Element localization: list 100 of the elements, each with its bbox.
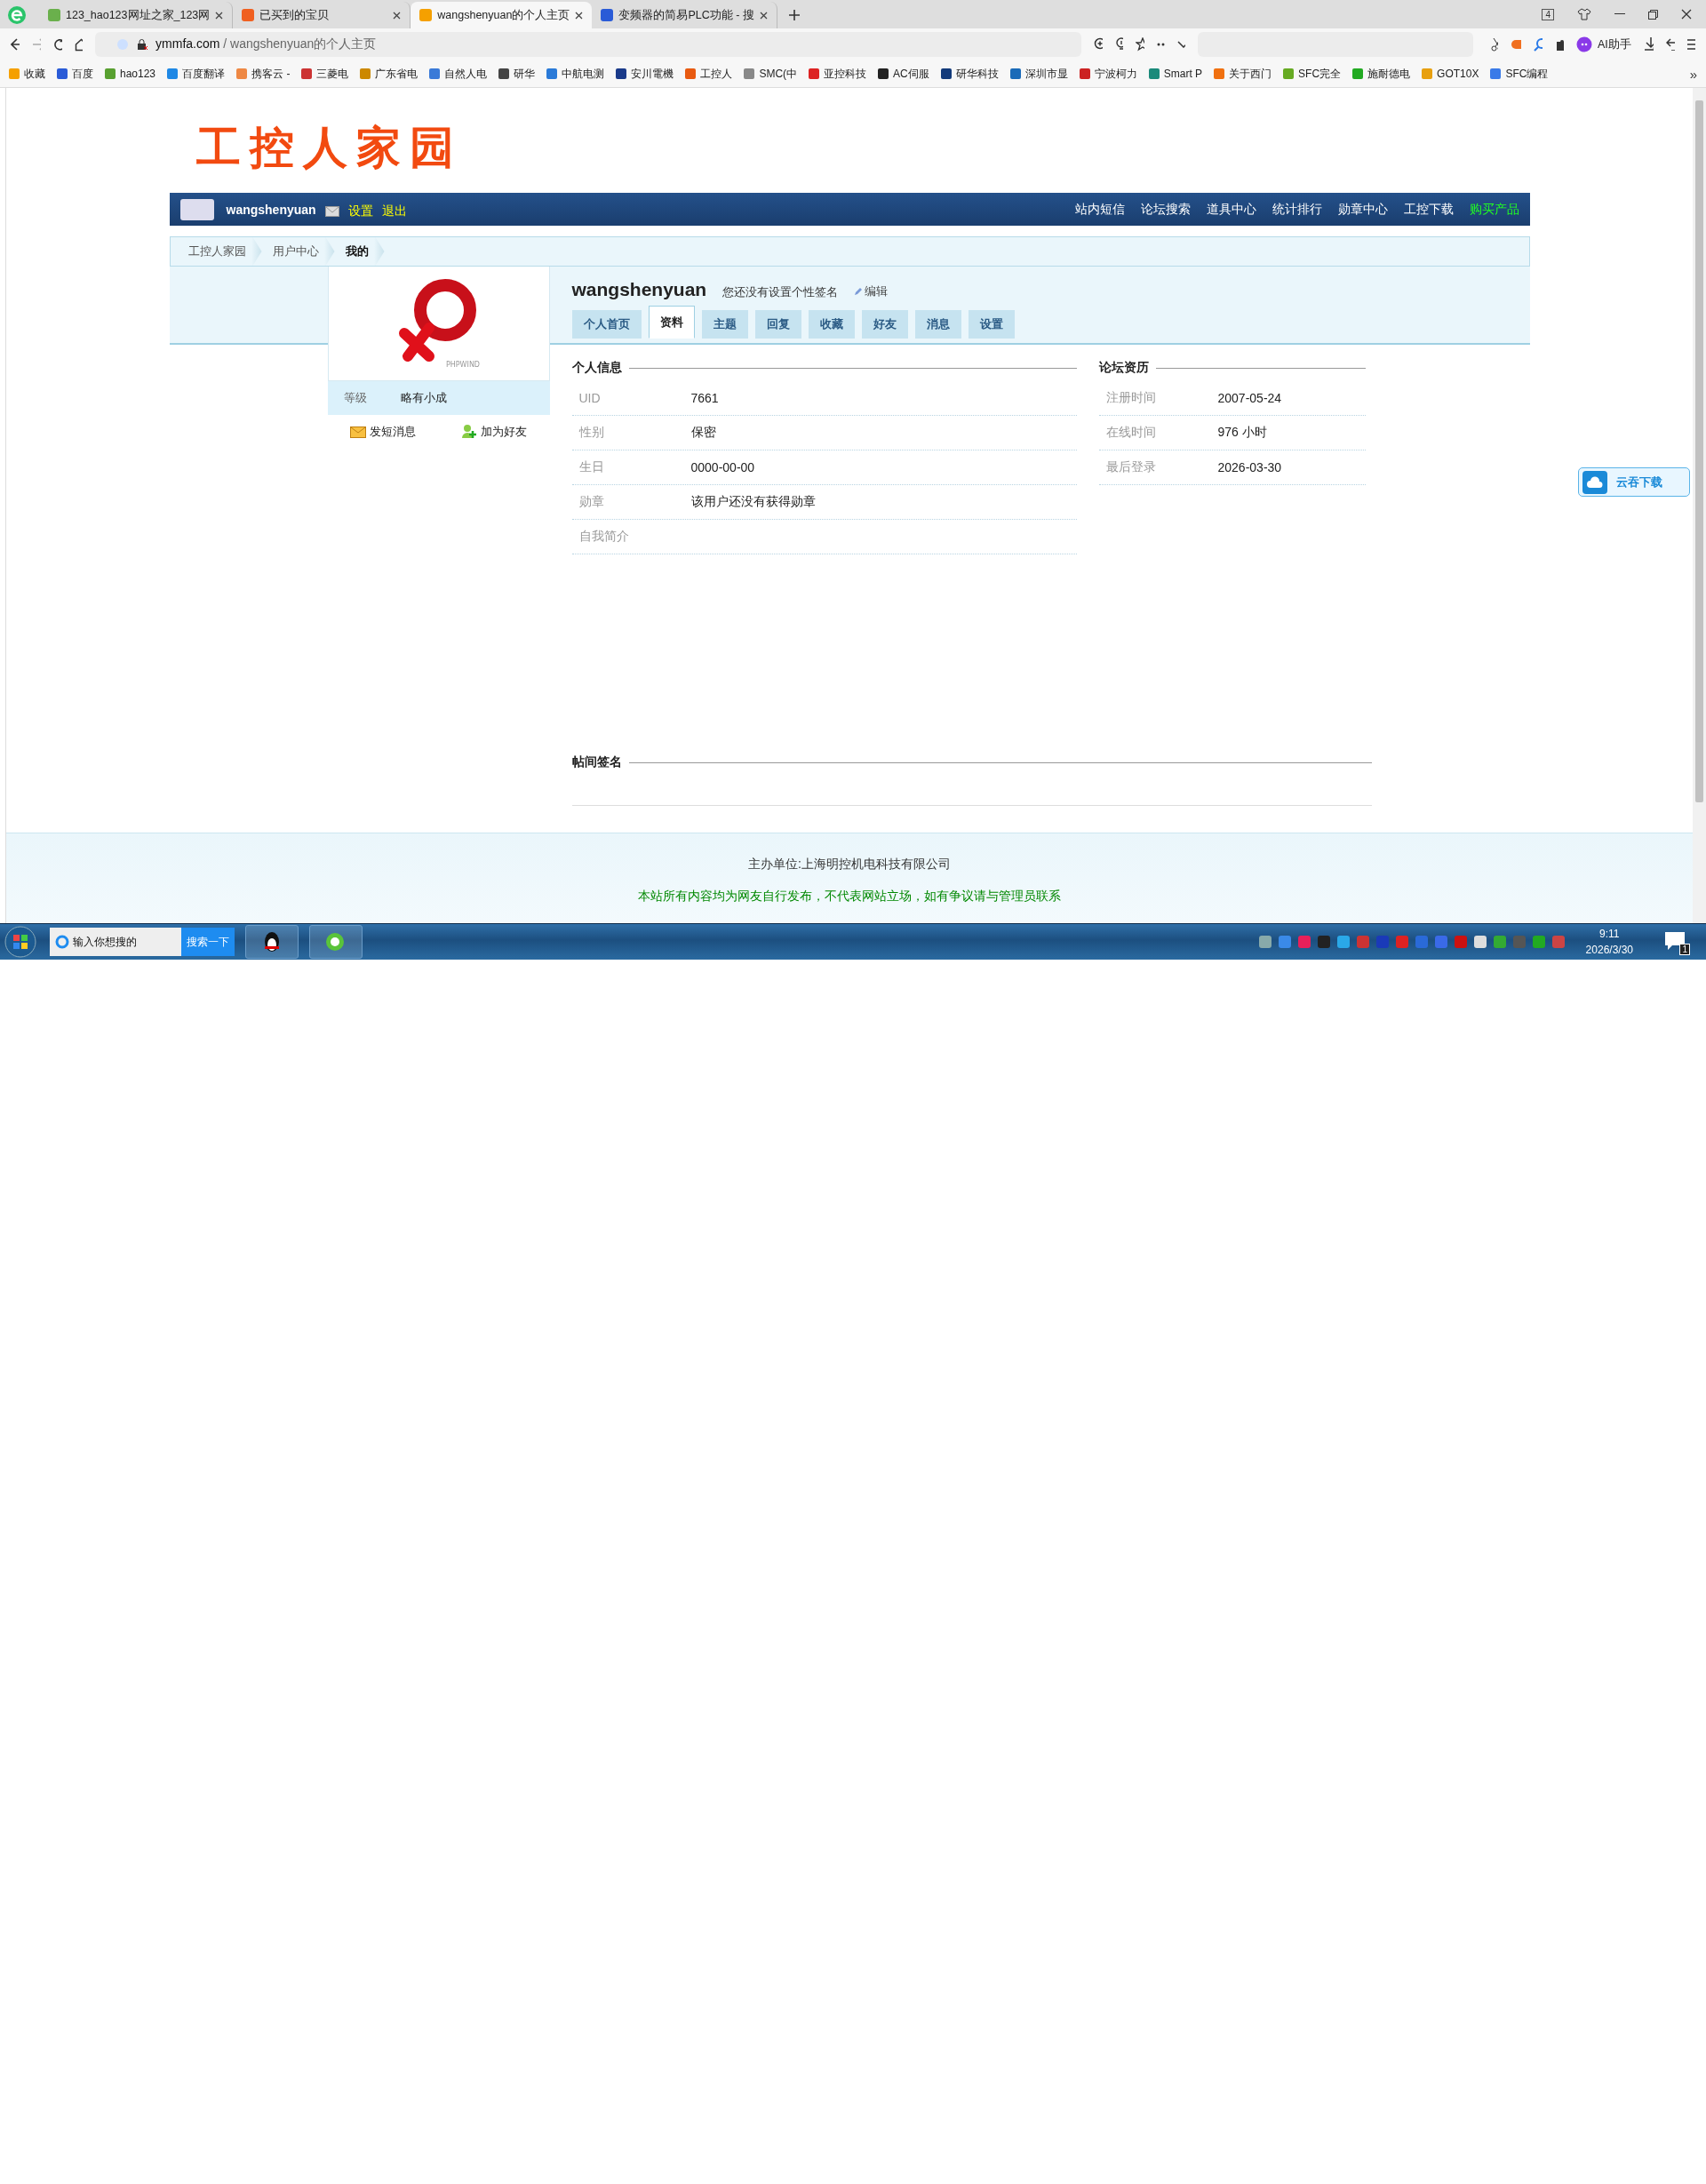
bookmark[interactable]: 研华科技 — [940, 66, 999, 82]
assistant-icon[interactable] — [1575, 36, 1592, 52]
bookmark[interactable]: 亚控科技 — [809, 66, 867, 82]
bookmark[interactable]: 收藏 — [9, 66, 45, 82]
bookmark[interactable]: 深圳市显 — [1009, 66, 1068, 82]
clock[interactable]: 9:11 2026/3/30 — [1585, 926, 1633, 958]
nav-link[interactable]: 工控下载 — [1403, 201, 1454, 218]
taskbar-search-field[interactable]: 输入你想搜的 — [50, 928, 181, 956]
bookmark[interactable]: 百度 — [57, 66, 93, 82]
back-icon[interactable] — [11, 38, 20, 51]
nav-link[interactable]: 道具中心 — [1206, 201, 1256, 218]
bookmark[interactable]: SFC完全 — [1283, 66, 1342, 82]
field-value: 2007-05-24 — [1217, 391, 1282, 405]
user-link[interactable]: 设置 — [347, 203, 373, 219]
minimize-icon[interactable] — [1614, 13, 1625, 15]
penguin-app-icon[interactable] — [245, 925, 299, 959]
bookmark[interactable]: 施耐德电 — [1352, 66, 1411, 82]
bookmark[interactable]: 安川電機 — [616, 66, 674, 82]
close-tab-icon[interactable] — [393, 11, 402, 20]
profile-tab[interactable]: 消息 — [914, 310, 961, 339]
tray-icon[interactable] — [1473, 936, 1487, 948]
field-label: UID — [578, 391, 602, 405]
bookmark[interactable]: 三菱电 — [301, 66, 349, 82]
add-friend-link[interactable]: 加为好友 — [461, 424, 527, 440]
footer-text: 本站所有内容均为网友自行发布，不代表网站立场，如有争议请与管理员联系 — [638, 889, 1061, 905]
profile-tab[interactable]: 资料 — [648, 306, 695, 339]
tray-icon[interactable] — [1532, 936, 1545, 948]
tray-icon[interactable] — [1258, 936, 1272, 948]
browser-app-icon[interactable] — [309, 925, 363, 959]
user-link[interactable]: 退出 — [381, 203, 407, 219]
tray-icon[interactable] — [1493, 936, 1506, 948]
search-icon[interactable] — [1533, 37, 1543, 52]
start-button[interactable] — [4, 925, 37, 959]
signature-text: 您还没有设置个性签名 — [722, 284, 839, 300]
download-icon[interactable] — [1643, 36, 1654, 52]
footer-text: 主办单位:上海明控机电科技有限公司 — [748, 857, 951, 873]
envelope-icon[interactable] — [324, 205, 339, 217]
nav-link[interactable]: 勋章中心 — [1337, 201, 1388, 218]
more-bookmarks-button[interactable]: » — [1689, 66, 1697, 82]
bookmark[interactable]: GOT10X — [1422, 68, 1479, 80]
bookmark[interactable]: 携客云 - — [236, 66, 291, 82]
tray-icon[interactable] — [1336, 936, 1350, 948]
field-value: 该用户还没有获得勋章 — [690, 494, 816, 510]
close-tab-icon[interactable] — [575, 11, 584, 20]
bookmark[interactable]: 广东省电 — [360, 66, 419, 82]
address-field[interactable]: ymmfa.com / wangshenyuan的个人主页 — [95, 32, 1082, 57]
bookmark[interactable]: SFC编程 — [1490, 66, 1549, 82]
profile-tab[interactable]: 主题 — [701, 310, 748, 339]
field-label: 生日 — [578, 459, 605, 475]
assistant-button[interactable]: AI助手 — [1597, 36, 1631, 52]
bookmark[interactable]: SMC(中 — [744, 66, 798, 82]
profile-tab[interactable]: 好友 — [861, 310, 908, 339]
lightbulb-icon[interactable] — [1115, 37, 1123, 52]
restore-icon[interactable] — [1648, 9, 1658, 20]
add-person-icon — [461, 424, 477, 440]
undo-icon[interactable] — [1666, 38, 1676, 51]
menu-icon[interactable] — [1687, 39, 1695, 50]
field-label: 勋章 — [578, 494, 605, 510]
nav-link[interactable]: 统计排行 — [1272, 201, 1322, 218]
browser-logo-icon — [7, 5, 27, 25]
field-label: 在线时间 — [1104, 425, 1157, 441]
bookmark[interactable]: Smart P — [1148, 68, 1203, 80]
nav-link[interactable]: 论坛搜索 — [1140, 201, 1191, 218]
profile-tab[interactable]: 收藏 — [808, 310, 855, 339]
bookmark[interactable]: 宁波柯力 — [1079, 66, 1137, 82]
browser-tab[interactable]: wangshenyuan的个人主页 — [411, 2, 593, 28]
section-title: 帖间签名 — [571, 754, 622, 770]
site-logo[interactable]: 工控人家园 — [169, 102, 1530, 193]
profile-tab[interactable]: 设置 — [968, 310, 1015, 339]
bookmark[interactable]: 自然人电 — [429, 66, 488, 82]
profile-tab[interactable]: 回复 — [754, 310, 801, 339]
message-link[interactable]: 发短消息 — [350, 424, 416, 440]
pencil-icon — [854, 287, 864, 296]
username[interactable]: wangshenyuan — [226, 202, 316, 217]
tab-count[interactable]: 4 — [1542, 8, 1554, 20]
field-value: 0000-00-00 — [690, 460, 755, 474]
shirt-icon[interactable] — [1577, 8, 1591, 20]
bookmark[interactable]: 研华 — [498, 66, 536, 82]
nav-link[interactable]: 购买产品 — [1469, 201, 1519, 218]
avatar: PHPWIND — [327, 267, 550, 381]
lock-icon[interactable] — [136, 38, 149, 51]
bookmark[interactable]: 关于西门 — [1214, 66, 1272, 82]
close-icon[interactable] — [1681, 9, 1692, 20]
more-icon[interactable] — [1157, 43, 1165, 46]
bookmark[interactable]: 工控人 — [685, 66, 733, 82]
zoom-icon[interactable] — [1094, 37, 1104, 52]
nav-link[interactable]: 站内短信 — [1074, 201, 1125, 218]
bookmark[interactable]: 百度翻译 — [167, 66, 226, 82]
chevron-down-icon[interactable] — [1176, 41, 1185, 48]
edit-link[interactable]: 编辑 — [854, 283, 889, 299]
bookmark[interactable]: hao123 — [105, 68, 156, 80]
close-tab-icon[interactable] — [759, 11, 768, 20]
field-label: 自我简介 — [578, 529, 630, 545]
level-value: 略有小成 — [400, 390, 447, 406]
reload-icon[interactable] — [53, 37, 62, 52]
bookmark[interactable]: AC伺服 — [878, 66, 929, 82]
new-tab-icon[interactable] — [787, 9, 801, 21]
bookmark[interactable]: 中航电测 — [546, 66, 605, 82]
profile-tab[interactable]: 个人首页 — [571, 310, 642, 339]
close-tab-icon[interactable] — [215, 11, 224, 20]
